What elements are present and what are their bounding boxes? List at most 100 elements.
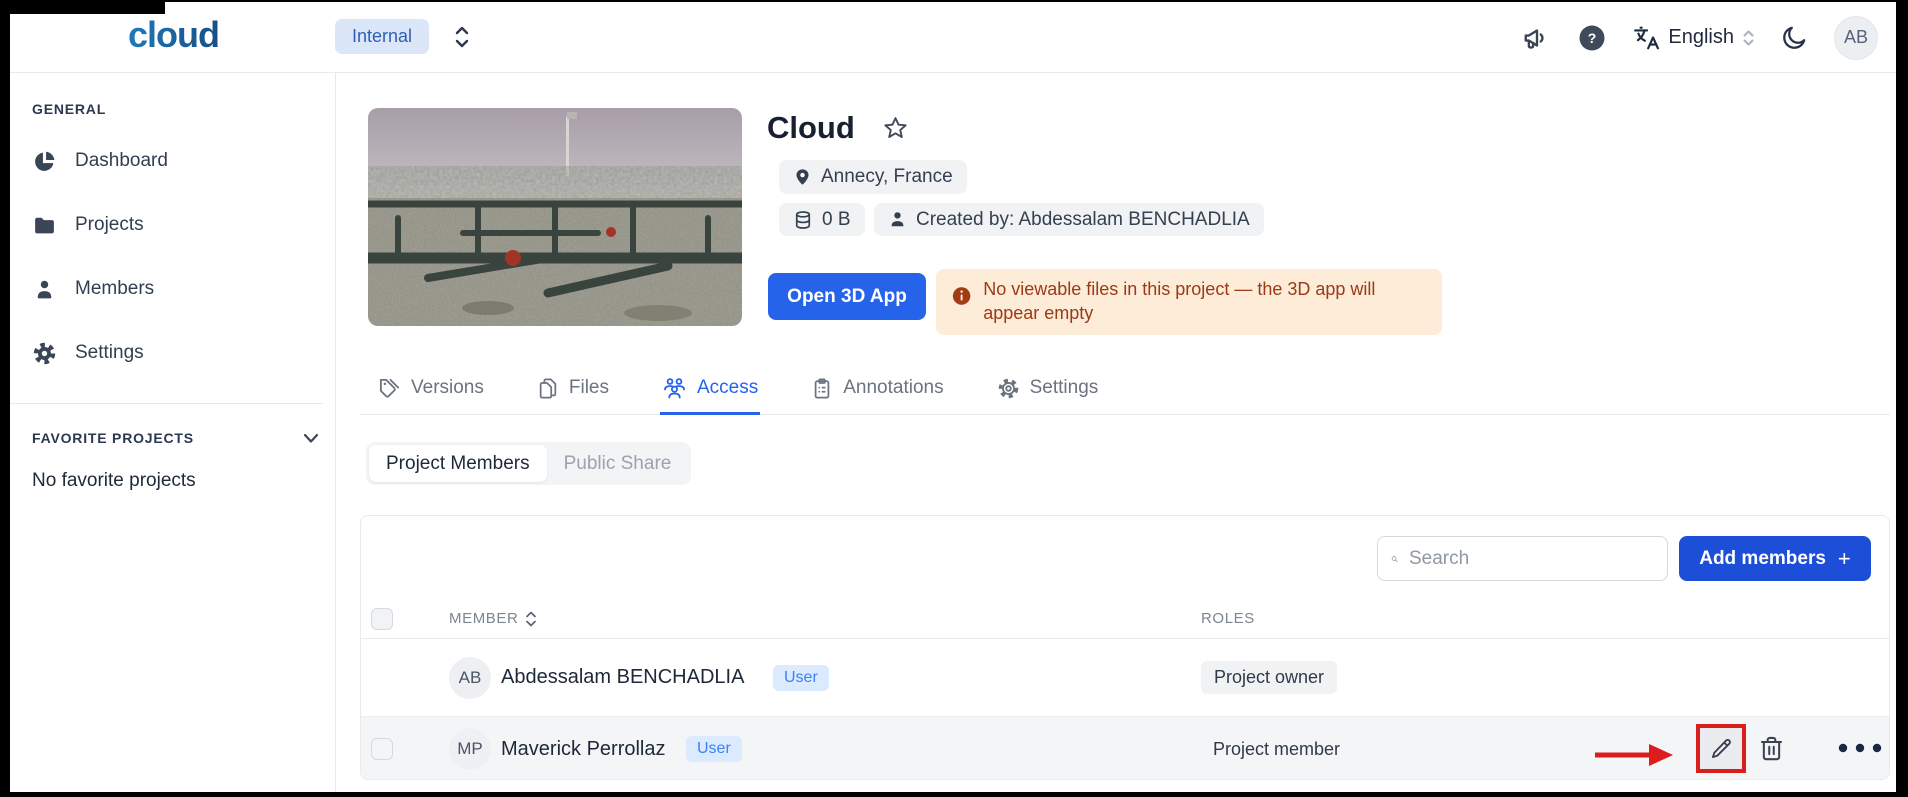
table-header-row: MEMBER ROLES [361,599,1889,639]
tab-label: Access [697,377,758,399]
workspace-label: Internal [352,26,412,47]
folder-icon [32,213,57,238]
announcements-icon[interactable] [1522,23,1552,53]
location-label: Annecy, France [821,166,953,188]
project-title: Cloud [767,110,855,146]
screenshot-frame-corner [0,0,165,14]
tab-settings[interactable]: Settings [997,362,1099,414]
database-icon [793,209,813,231]
account-type-badge: User [686,736,742,762]
storage-size-label: 0 B [822,209,851,231]
role-label: Project member [1213,739,1340,760]
tab-versions[interactable]: Versions [378,362,484,414]
favorites-empty-text: No favorite projects [32,470,335,492]
column-roles: ROLES [1201,610,1255,627]
open-3d-app-button[interactable]: Open 3D App [768,273,926,320]
favorite-star-icon[interactable] [882,115,909,142]
sidebar-item-label: Members [75,278,154,300]
tab-annotations[interactable]: Annotations [811,362,943,414]
person-icon [888,210,907,229]
annotation-arrow [1595,744,1673,766]
edit-member-button[interactable] [1696,724,1746,773]
no-viewable-files-warning: No viewable files in this project — the … [936,269,1442,335]
language-label: English [1668,26,1734,49]
member-name: Maverick Perrollaz [501,738,665,761]
chevron-down-icon[interactable] [301,428,321,448]
tab-label: Versions [411,377,484,399]
map-pin-icon [793,166,812,189]
svg-text:?: ? [1588,30,1597,46]
people-icon [662,376,687,400]
tab-label: Settings [1030,377,1099,399]
gear-icon [997,377,1020,400]
workspace-selector-badge[interactable]: Internal [335,19,429,54]
search-input[interactable] [1409,548,1654,570]
sidebar-section-favorites: FAVORITE PROJECTS [32,430,194,446]
person-icon [32,277,57,302]
sidebar: GENERAL Dashboard Projects Members [10,73,336,792]
sidebar-section-general: GENERAL [32,101,335,117]
ellipsis-icon [1837,742,1883,754]
language-chevrons-icon [1742,28,1755,48]
select-all-checkbox[interactable] [371,608,393,630]
tab-access[interactable]: Access [662,362,758,414]
project-thumbnail[interactable] [368,108,742,326]
project-tabbar: Versions Files Access [360,362,1890,415]
table-row: AB Abdessalam BENCHADLIA User Project ow… [361,639,1889,717]
subtab-public-share[interactable]: Public Share [547,445,689,482]
access-subtabs: Project Members Public Share [366,442,691,485]
avatar: MP [449,728,491,770]
warning-text: No viewable files in this project — the … [983,278,1426,326]
created-by-badge: Created by: Abdessalam BENCHADLIA [874,203,1264,236]
language-selector[interactable]: English [1632,25,1755,51]
storage-size-badge: 0 B [779,203,865,236]
workspace-chevrons-icon[interactable] [453,24,471,50]
gear-icon [32,341,57,366]
created-by-label: Created by: Abdessalam BENCHADLIA [916,209,1250,231]
table-row: MP Maverick Perrollaz User Project membe… [361,717,1889,780]
avatar-initials: MP [457,739,483,759]
help-icon[interactable]: ? [1578,24,1606,52]
tab-label: Files [569,377,609,399]
sidebar-item-dashboard[interactable]: Dashboard [32,141,335,181]
sidebar-item-settings[interactable]: Settings [32,333,335,373]
files-icon [537,377,559,400]
sort-icon [525,610,537,628]
sidebar-item-projects[interactable]: Projects [32,205,335,245]
sidebar-item-label: Projects [75,214,144,236]
role-badge: Project owner [1201,661,1337,694]
top-navbar: cloud Internal ? English [10,2,1896,73]
tab-files[interactable]: Files [537,362,609,414]
member-search[interactable] [1377,536,1668,581]
column-member[interactable]: MEMBER [449,610,537,628]
avatar: AB [449,657,491,699]
sidebar-item-label: Dashboard [75,150,168,172]
dashboard-icon [32,149,57,174]
sidebar-item-members[interactable]: Members [32,269,335,309]
location-badge: Annecy, France [779,160,967,194]
clipboard-icon [811,377,833,400]
tag-icon [378,377,401,400]
dark-mode-icon[interactable] [1781,24,1808,51]
avatar-initials: AB [459,668,482,688]
avatar-initials: AB [1844,27,1868,48]
app-logo[interactable]: cloud [128,14,219,56]
plus-icon: + [1838,546,1851,572]
search-icon [1391,548,1398,570]
add-members-button[interactable]: Add members + [1679,536,1871,581]
tab-label: Annotations [843,377,943,399]
add-members-label: Add members [1699,548,1826,570]
sidebar-divider [10,403,323,404]
members-card: Add members + MEMBER ROLES AB Abdessalam… [360,515,1890,780]
column-member-label: MEMBER [449,610,518,627]
row-checkbox[interactable] [371,738,393,760]
subtab-project-members[interactable]: Project Members [369,445,547,482]
app-window: cloud Internal ? English [10,2,1896,792]
member-name: Abdessalam BENCHADLIA [501,666,744,689]
trash-icon [1758,734,1785,763]
user-avatar[interactable]: AB [1834,16,1878,60]
translate-icon [1632,25,1660,51]
info-icon [952,285,971,307]
row-menu-button[interactable] [1837,742,1883,754]
delete-member-button[interactable] [1758,734,1785,763]
